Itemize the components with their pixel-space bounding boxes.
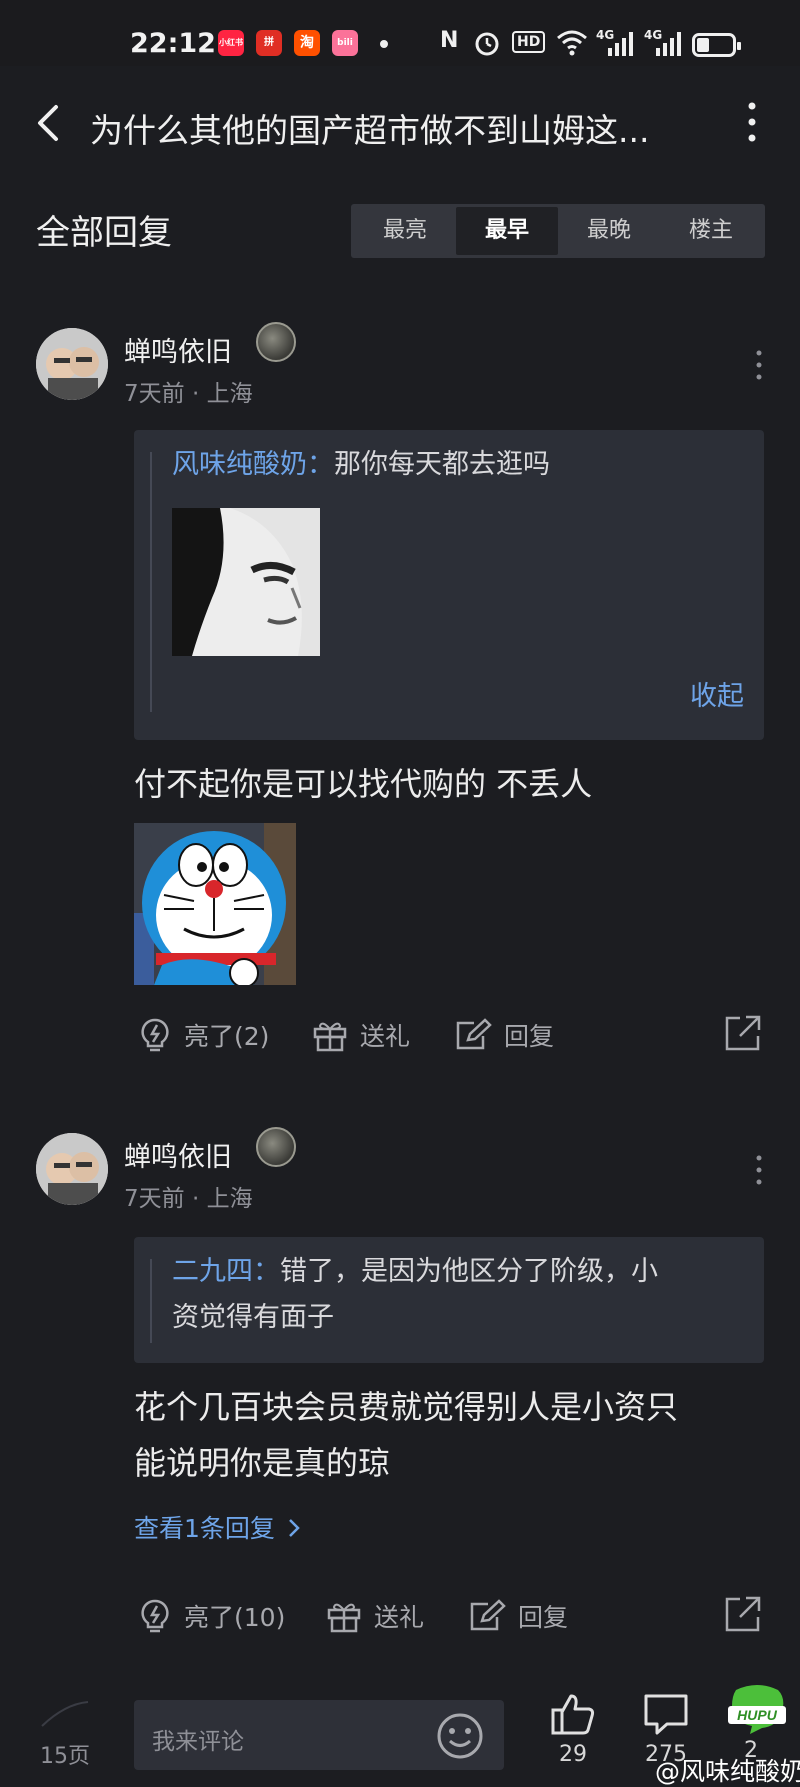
quoted-text: 二九四：错了，是因为他区分了阶级，小 资觉得有面子 <box>172 1256 658 1333</box>
quoted-reply[interactable]: 风味纯酸奶：那你每天都去逛吗 收起 <box>134 430 764 740</box>
gift-button[interactable]: 送礼 <box>312 1010 410 1060</box>
comment-actions: 亮了(2) 送礼 回复 <box>0 1010 800 1060</box>
page-title: 为什么其他的国产超市做不到山姆这... <box>90 111 650 150</box>
comment-more-icon[interactable] <box>756 350 762 380</box>
chevron-right-icon <box>288 1519 300 1537</box>
alarm-icon <box>475 32 499 56</box>
share-icon[interactable] <box>724 1595 762 1633</box>
comment-more-icon[interactable] <box>756 1155 762 1185</box>
svg-text:HUPU: HUPU <box>737 1707 778 1723</box>
edit-icon <box>456 1018 492 1050</box>
avatar[interactable] <box>36 328 108 400</box>
sort-tab-op[interactable]: 楼主 <box>660 207 762 255</box>
view-replies-link[interactable]: 查看1条回复 <box>134 1509 301 1545</box>
comment-body: 付不起你是可以找代购的 不丢人 <box>134 765 593 803</box>
sort-tab-latest[interactable]: 最晚 <box>558 207 660 255</box>
collapse-link[interactable]: 收起 <box>690 674 744 713</box>
notification-dot <box>380 40 388 48</box>
avatar[interactable] <box>36 1133 108 1205</box>
reply-button[interactable]: 回复 <box>468 1591 568 1641</box>
quoted-text: 风味纯酸奶：那你每天都去逛吗 <box>172 449 550 480</box>
user-badge-icon <box>256 322 296 362</box>
comment-bubble-icon <box>644 1694 688 1735</box>
watermark: @风味纯酸奶 <box>655 1757 800 1786</box>
pinduoduo-icon: 拼 <box>256 30 282 56</box>
doraemon-sticker-image[interactable] <box>134 823 296 985</box>
quoted-reply[interactable]: 二九四：错了，是因为他区分了阶级，小 资觉得有面子 <box>134 1237 764 1363</box>
status-bar: 22:12 小红书 拼 淘 bili N HD 4G 4G <box>0 0 800 66</box>
hupu-logo: HUPU <box>728 1685 786 1734</box>
more-options-icon[interactable] <box>745 100 759 144</box>
top-nav: 为什么其他的国产超市做不到山姆这... <box>0 66 800 186</box>
user-badge-icon <box>256 1127 296 1167</box>
signal-icon-2 <box>656 32 681 56</box>
reply-button[interactable]: 回复 <box>454 1010 554 1060</box>
taobao-icon: 淘 <box>294 30 320 56</box>
comment-meta: 7天前 · 上海 <box>124 381 253 407</box>
like-button[interactable]: 亮了(2) <box>138 1010 269 1060</box>
battery-icon <box>692 33 741 57</box>
quoted-meme-image[interactable] <box>172 508 320 656</box>
username[interactable]: 蝉鸣依旧 <box>124 1135 232 1174</box>
xiaohongshu-icon: 小红书 <box>218 30 244 56</box>
wifi-icon <box>557 30 587 56</box>
gift-button[interactable]: 送礼 <box>326 1591 424 1641</box>
username[interactable]: 蝉鸣依旧 <box>124 330 232 369</box>
thumbs-up-icon <box>551 1694 595 1735</box>
comment-body: 花个几百块会员费就觉得别人是小资只 能说明你是真的琼 <box>134 1388 679 1482</box>
share-icon[interactable] <box>724 1014 762 1052</box>
replies-section-title: 全部回复 <box>36 213 172 253</box>
status-time: 22:12 <box>130 28 216 59</box>
hd-icon: HD <box>512 31 546 53</box>
page-indicator[interactable]: 15页 <box>40 1738 90 1770</box>
edit-icon <box>470 1599 506 1631</box>
sort-tab-brightest[interactable]: 最亮 <box>354 207 456 255</box>
quoted-username[interactable]: 二九四 <box>172 1256 253 1287</box>
emoji-icon[interactable] <box>436 1712 484 1760</box>
gift-icon <box>313 1022 347 1052</box>
gift-icon <box>327 1603 361 1633</box>
comment-actions: 亮了(10) 送礼 回复 <box>0 1591 800 1641</box>
nfc-icon: N <box>440 28 459 53</box>
comment-placeholder: 我来评论 <box>152 1729 244 1755</box>
lightbulb-icon <box>141 1018 169 1052</box>
lightbulb-icon <box>141 1599 169 1633</box>
like-button[interactable]: 亮了(10) <box>138 1591 285 1641</box>
page-curl-icon <box>41 1701 89 1727</box>
comment-input[interactable]: 我来评论 <box>134 1700 504 1770</box>
signal-icon <box>608 32 633 56</box>
thumbs-up-button[interactable]: 29 <box>548 1692 598 1767</box>
quoted-username[interactable]: 风味纯酸奶 <box>172 449 307 480</box>
back-arrow-icon[interactable] <box>34 103 62 143</box>
sort-tab-earliest[interactable]: 最早 <box>456 207 558 255</box>
bilibili-icon: bili <box>332 30 358 56</box>
sort-tabs: 最亮 最早 最晚 楼主 <box>351 204 765 258</box>
comment-meta: 7天前 · 上海 <box>124 1186 253 1212</box>
